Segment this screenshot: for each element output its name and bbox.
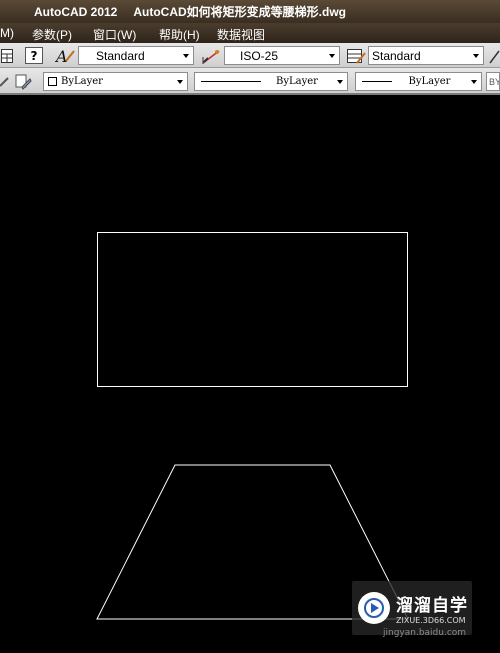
lineweight-select[interactable]: ByLayer: [355, 72, 482, 91]
menu-item-data-view[interactable]: 数据视图: [217, 26, 265, 43]
rectangle-shape[interactable]: [97, 232, 408, 387]
plotstyle-select[interactable]: BY: [486, 72, 500, 91]
menu-bar: M) 参数(P) 窗口(W) 帮助(H) 数据视图: [0, 23, 500, 43]
chevron-down-icon: [333, 73, 347, 90]
color-select[interactable]: ByLayer: [43, 72, 188, 91]
text-style-select[interactable]: Standard: [78, 46, 194, 65]
menu-item-window[interactable]: 窗口(W): [93, 26, 136, 43]
table-style-select[interactable]: Standard: [368, 46, 484, 65]
multileader-style-icon[interactable]: [488, 46, 500, 65]
layer-state-icon[interactable]: [0, 73, 10, 90]
watermark-domain: ZIXUE.3D66.COM: [396, 616, 466, 625]
table-style-icon[interactable]: [345, 46, 367, 65]
chevron-down-icon: [469, 47, 483, 64]
styles-toolbar: ? A Standard ISO-25 Standard: [0, 43, 500, 68]
menu-item-modify[interactable]: M): [0, 26, 14, 40]
play-logo-icon: [358, 592, 390, 624]
watermark-brand: 溜溜自学: [396, 596, 468, 616]
chevron-down-icon: [173, 73, 187, 90]
help-icon[interactable]: ?: [25, 47, 43, 64]
color-swatch: [48, 77, 57, 86]
document-title: AutoCAD如何将矩形变成等腰梯形.dwg: [133, 5, 347, 19]
chevron-down-icon: [325, 47, 339, 64]
match-properties-icon[interactable]: [13, 72, 33, 91]
watermark-badge: 溜溜自学 ZIXUE.3D66.COM: [352, 581, 472, 635]
watermark-site: jingyan.baidu.com: [383, 628, 467, 638]
dimension-style-select[interactable]: ISO-25: [224, 46, 340, 65]
dimension-style-icon[interactable]: [200, 46, 222, 65]
linetype-preview: [201, 81, 261, 82]
drawing-svg: [96, 232, 409, 620]
lineweight-preview: [362, 81, 392, 82]
drawing-canvas[interactable]: [0, 96, 500, 653]
linetype-select[interactable]: ByLayer: [194, 72, 348, 91]
title-bar: AutoCAD 2012 AutoCAD如何将矩形变成等腰梯形.dwg: [0, 0, 500, 23]
svg-text:A: A: [55, 47, 68, 65]
properties-toolbar: ByLayer ByLayer ByLayer BY: [0, 68, 500, 95]
menu-item-help[interactable]: 帮助(H): [159, 26, 200, 43]
text-style-icon[interactable]: A: [54, 46, 76, 65]
chevron-down-icon: [179, 47, 193, 64]
chevron-down-icon: [467, 73, 481, 90]
table-icon[interactable]: [0, 47, 14, 64]
app-name: AutoCAD 2012: [34, 4, 118, 19]
menu-item-parametric[interactable]: 参数(P): [32, 26, 72, 43]
